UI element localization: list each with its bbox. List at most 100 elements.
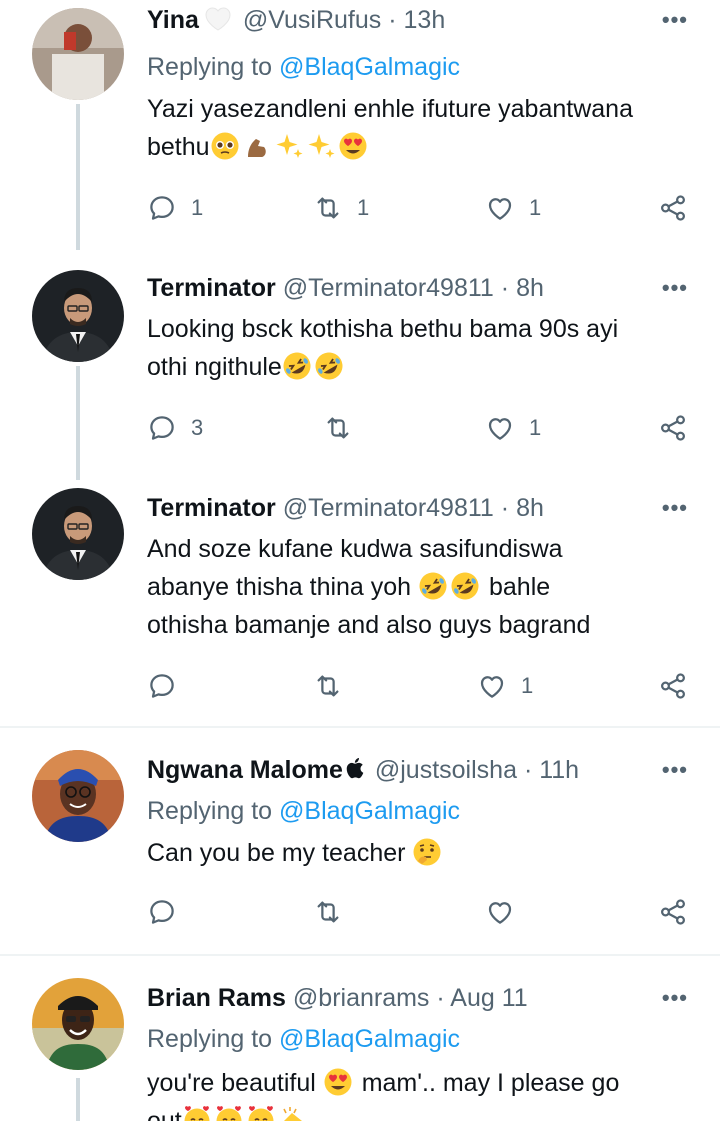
share-button[interactable] xyxy=(658,666,688,706)
tweet[interactable]: Ngwana Malome @justsoilsha · 11h ••• Repl… xyxy=(0,750,720,950)
rolling-laughing-face-icon xyxy=(282,351,312,381)
like-button[interactable]: 1 xyxy=(485,188,541,228)
reply-button[interactable]: 1 xyxy=(147,188,203,228)
like-button[interactable] xyxy=(485,892,529,932)
separator-dot: · xyxy=(523,756,533,784)
heart-icon xyxy=(485,897,515,927)
tweet-text-line: Looking bsck kothisha bethu bama 90s ayi xyxy=(147,315,619,343)
retweet-button[interactable] xyxy=(313,666,357,706)
share-icon xyxy=(658,897,688,927)
more-options-icon[interactable]: ••• xyxy=(662,268,688,308)
timestamp[interactable]: 8h xyxy=(516,494,544,522)
retweet-icon xyxy=(313,193,343,223)
display-name[interactable]: Ngwana Malome xyxy=(147,756,343,784)
pleading-face-icon xyxy=(210,131,240,161)
tweet[interactable]: Brian Rams @brianrams · Aug 11 ••• Reply… xyxy=(0,978,720,1121)
tweet[interactable]: Terminator @Terminator49811 · 8h ••• Loo… xyxy=(0,270,720,480)
display-name[interactable]: Terminator xyxy=(147,274,276,302)
reply-icon xyxy=(147,897,177,927)
retweet-button[interactable] xyxy=(323,408,367,448)
tweet-text: And soze kufane kudwa sasifundiswa abany… xyxy=(147,530,680,644)
share-icon xyxy=(658,413,688,443)
reply-count: 1 xyxy=(191,195,204,220)
separator-dot: · xyxy=(500,274,510,302)
tweet-text-line: out xyxy=(147,1102,680,1121)
clapping-hands-icon xyxy=(278,1105,308,1121)
reply-icon xyxy=(147,671,177,701)
mention-link[interactable]: @BlaqGalmagic xyxy=(279,53,460,81)
tweet-text-fragment: bethu xyxy=(147,133,210,161)
retweet-button[interactable]: 1 xyxy=(313,188,369,228)
user-handle[interactable]: @justsoilsha xyxy=(375,756,517,784)
retweet-button[interactable] xyxy=(313,892,357,932)
display-name[interactable]: Brian Rams xyxy=(147,984,286,1012)
user-handle[interactable]: @VusiRufus xyxy=(243,6,381,34)
heart-icon xyxy=(485,413,515,443)
avatar[interactable] xyxy=(32,488,124,580)
display-name[interactable]: Yina xyxy=(147,6,199,34)
like-count: 1 xyxy=(529,195,542,220)
replying-to: Replying to @BlaqGalmagic xyxy=(147,48,460,86)
reply-button[interactable]: 3 xyxy=(147,408,203,448)
heart-eyes-face-icon xyxy=(338,131,368,161)
tweet-text-line: Yazi yasezandleni enhle ifuture yabantwa… xyxy=(147,95,633,123)
avatar[interactable] xyxy=(32,8,124,100)
like-button[interactable]: 1 xyxy=(477,666,533,706)
user-handle[interactable]: @Terminator49811 xyxy=(283,274,494,302)
reply-count: 3 xyxy=(191,415,204,440)
replying-prefix: Replying to xyxy=(147,53,273,81)
more-options-icon[interactable]: ••• xyxy=(662,488,688,528)
tweet[interactable]: Terminator @Terminator49811 · 8h ••• And… xyxy=(0,488,720,726)
smiling-face-with-hearts-icon xyxy=(214,1105,244,1121)
sparkles-icon xyxy=(306,131,336,161)
tweet-text-line: othisha bamanje and also guys bagrand xyxy=(147,611,591,639)
more-options-icon[interactable]: ••• xyxy=(662,978,688,1018)
tweet-text-fragment: Can you be my teacher xyxy=(147,839,406,867)
tweet-text: Yazi yasezandleni enhle ifuture yabantwa… xyxy=(147,90,680,166)
sparkles-icon xyxy=(274,131,304,161)
tweet-text-fragment: bahle xyxy=(489,573,551,601)
white-heart-icon xyxy=(203,4,237,34)
separator-dot: · xyxy=(436,984,445,1012)
rolling-laughing-face-icon xyxy=(450,571,480,601)
retweet-icon xyxy=(323,413,353,443)
like-count: 1 xyxy=(529,415,542,440)
thread-line xyxy=(76,1078,80,1121)
like-button[interactable]: 1 xyxy=(485,408,541,448)
tweet-text-line: othi ngithule xyxy=(147,348,680,386)
mention-link[interactable]: @BlaqGalmagic xyxy=(279,797,460,825)
share-button[interactable] xyxy=(658,188,688,228)
reply-button[interactable] xyxy=(147,666,191,706)
share-button[interactable] xyxy=(658,408,688,448)
more-options-icon[interactable]: ••• xyxy=(662,750,688,790)
smiling-face-with-hearts-icon xyxy=(246,1105,276,1121)
mention-link[interactable]: @BlaqGalmagic xyxy=(279,1025,460,1053)
timestamp[interactable]: 13h xyxy=(404,6,446,34)
avatar[interactable] xyxy=(32,978,124,1070)
reply-icon xyxy=(147,193,177,223)
avatar[interactable] xyxy=(32,750,124,842)
user-handle[interactable]: @Terminator49811 xyxy=(283,494,494,522)
tweet[interactable]: Yina @VusiRufus · 13h ••• Replying to @Bl… xyxy=(0,0,720,250)
user-handle[interactable]: @brianrams xyxy=(293,984,430,1012)
timestamp[interactable]: 11h xyxy=(539,756,579,784)
replying-prefix: Replying to xyxy=(147,797,273,825)
heart-icon xyxy=(477,671,507,701)
tweet-actions: 1 xyxy=(147,666,688,706)
divider xyxy=(0,726,720,728)
display-name[interactable]: Terminator xyxy=(147,494,276,522)
separator-dot: · xyxy=(500,494,510,522)
like-count: 1 xyxy=(521,673,534,698)
tweet-text-fragment: out xyxy=(147,1107,182,1121)
tweet-header: Yina @VusiRufus · 13h xyxy=(147,0,720,40)
more-options-icon[interactable]: ••• xyxy=(662,0,688,40)
avatar[interactable] xyxy=(32,270,124,362)
tweet-header: Brian Rams @brianrams · Aug 11 xyxy=(147,978,720,1018)
reply-button[interactable] xyxy=(147,892,191,932)
tweet-text-fragment: mam'.. may I please go xyxy=(361,1069,620,1097)
tweet-header: Ngwana Malome @justsoilsha · 11h xyxy=(147,750,720,790)
tweet-text-fragment: othi ngithule xyxy=(147,353,282,381)
share-button[interactable] xyxy=(658,892,688,932)
timestamp[interactable]: Aug 11 xyxy=(450,984,527,1012)
timestamp[interactable]: 8h xyxy=(516,274,544,302)
